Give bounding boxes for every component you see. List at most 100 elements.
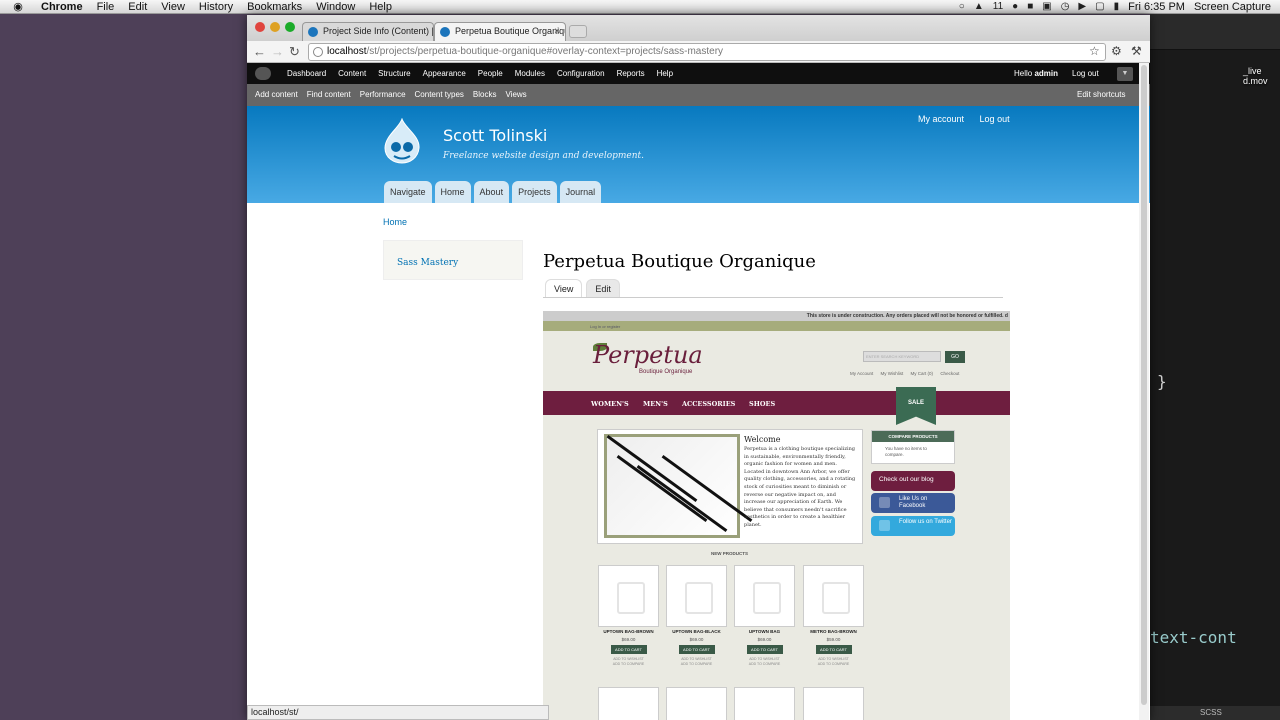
tab-view[interactable]: View [545,279,583,297]
apple-menu-icon[interactable]: ◉ [11,0,25,13]
reload-icon[interactable]: ↻ [289,44,300,60]
lock-icon[interactable]: ▣ [1042,1,1051,12]
tab-title: Project Side Info (Content) | S [323,26,434,36]
admin-menu-dashboard[interactable]: Dashboard [281,63,332,84]
tab-edit[interactable]: Edit [586,279,620,297]
browser-toolbar: ← → ↻ localhost/st/projects/perpetua-bou… [247,41,1150,63]
address-bar[interactable]: localhost/st/projects/perpetua-boutique-… [308,43,1106,61]
code-editor-window: } text-cont SCSS [1150,14,1280,720]
main-menu-journal[interactable]: Journal [559,181,602,203]
wrench-icon[interactable]: ⚒ [1131,44,1142,58]
main-menu-navigate[interactable]: Navigate [384,181,432,203]
menu-help[interactable]: Help [362,1,399,13]
code-closing-brace[interactable]: } [1157,372,1167,391]
skype-icon[interactable]: ○ [959,1,965,12]
url-host: localhost [327,46,367,57]
sidebar-link-sass-mastery[interactable]: Sass Mastery [397,258,458,268]
toolbar-toggle-icon[interactable]: ▼ [1117,67,1133,81]
add-to-cart-button: ADD TO CART [678,645,715,654]
back-arrow-icon[interactable]: ← [253,44,266,60]
time-machine-icon[interactable]: ◷ [1061,1,1070,12]
add-to-compare-link: ADD TO COMPARE [680,662,713,666]
menu-window[interactable]: Window [309,1,362,13]
store-my-account: My Account [850,371,874,376]
admin-menu-modules[interactable]: Modules [509,63,551,84]
close-window-button[interactable] [255,22,265,32]
screen-capture-menu[interactable]: Screen Capture [1194,1,1271,13]
drupal-logo-icon[interactable] [382,118,422,164]
store-product-card-row2 [666,687,727,720]
edit-shortcuts-link[interactable]: Edit shortcuts [1077,84,1125,106]
minimize-window-button[interactable] [270,22,280,32]
shortcut-add-content[interactable]: Add content [255,84,298,106]
bookmark-star-icon[interactable]: ☆ [1089,44,1100,58]
notification-count[interactable]: 11 [993,1,1003,12]
admin-menu-structure[interactable]: Structure [372,63,416,84]
home-icon[interactable] [255,67,271,80]
tab-title: Perpetua Boutique Organique [455,26,566,36]
my-account-link[interactable]: My account [918,114,964,124]
breadcrumb[interactable]: Home [383,217,407,227]
page-info-icon[interactable] [313,47,323,57]
shortcut-find-content[interactable]: Find content [307,84,351,106]
desktop-file-label-line2: d.mov [1243,76,1268,86]
menu-file[interactable]: File [90,1,122,13]
site-name[interactable]: Scott Tolinski [443,126,547,145]
menu-app-chrome[interactable]: Chrome [34,1,90,13]
menubar-clock[interactable]: Fri 6:35 PM [1128,1,1185,13]
site-header: Scott Tolinski Freelance website design … [247,106,1150,203]
username-link[interactable]: admin [1034,69,1058,78]
forward-arrow-icon[interactable]: → [271,44,284,60]
page-scrollbar[interactable] [1139,63,1149,720]
menubar-status-area: ○ ▲ 11 ● ■ ▣ ◷ ▶ ▢ ▮ Fri 6:35 PM Screen … [959,1,1280,13]
store-product-card: UPTOWN BAG $69.00 ADD TO CART ADD TO WIS… [734,565,795,667]
menu-view[interactable]: View [154,1,192,13]
shortcut-views[interactable]: Views [505,84,526,106]
display-icon[interactable]: ▢ [1095,1,1104,12]
menu-history[interactable]: History [192,1,240,13]
store-nav-shoes: SHOES [749,400,776,408]
product-name: UPTOWN BAG-BROWN [603,629,654,634]
volume-icon[interactable]: ▶ [1078,1,1086,12]
browser-tab-project-side-info[interactable]: Project Side Info (Content) | S [302,22,434,41]
product-name: UPTOWN BAG-BLACK [672,629,721,634]
store-welcome-text: Perpetua is a clothing boutique speciali… [744,446,856,528]
main-menu-home[interactable]: Home [434,181,471,203]
main-menu-projects[interactable]: Projects [512,181,557,203]
admin-menu-reports[interactable]: Reports [611,63,651,84]
store-blog-button: Check out our blog [871,471,955,491]
admin-menu-content[interactable]: Content [332,63,372,84]
desktop-file-label[interactable]: _live d.mov [1243,66,1268,86]
site-logout-link[interactable]: Log out [980,114,1010,124]
extension-icon[interactable]: ⚙ [1111,44,1122,58]
shortcut-blocks[interactable]: Blocks [473,84,497,106]
tab-close-icon[interactable]: × [554,23,560,40]
scrollbar-thumb[interactable] [1141,65,1147,705]
zoom-window-button[interactable] [285,22,295,32]
admin-menu-configuration[interactable]: Configuration [551,63,611,84]
adobe-status-icon[interactable]: ▲ [974,1,984,12]
menu-edit[interactable]: Edit [121,1,154,13]
browser-tab-perpetua[interactable]: Perpetua Boutique Organique × [434,22,566,41]
mac-menubar: ◉ Chrome File Edit View History Bookmark… [0,0,1280,14]
admin-menu-people[interactable]: People [472,63,509,84]
shortcut-content-types[interactable]: Content types [415,84,464,106]
admin-menu-help[interactable]: Help [651,63,679,84]
store-product-card-row2 [734,687,795,720]
code-snippet-text-content[interactable]: text-cont [1150,628,1237,647]
shortcut-performance[interactable]: Performance [360,84,406,106]
editor-status-bar: SCSS [1150,706,1280,720]
battery-icon[interactable]: ▮ [1114,1,1120,12]
editor-syntax-label[interactable]: SCSS [1200,708,1222,717]
new-tab-button[interactable] [569,25,587,38]
admin-logout-link[interactable]: Log out [1072,63,1099,84]
store-sale-ribbon: SALE [896,387,936,425]
product-name: METRO BAG-BROWN [810,629,857,634]
bag-icon[interactable]: ■ [1027,1,1033,12]
admin-menu-appearance[interactable]: Appearance [417,63,472,84]
hat-icon[interactable]: ● [1012,1,1018,12]
menu-bookmarks[interactable]: Bookmarks [240,1,309,13]
shortcut-links: Add content Find content Performance Con… [255,84,536,106]
store-product-card: UPTOWN BAG-BROWN $69.00 ADD TO CART ADD … [598,565,659,667]
main-menu-about[interactable]: About [473,181,510,203]
